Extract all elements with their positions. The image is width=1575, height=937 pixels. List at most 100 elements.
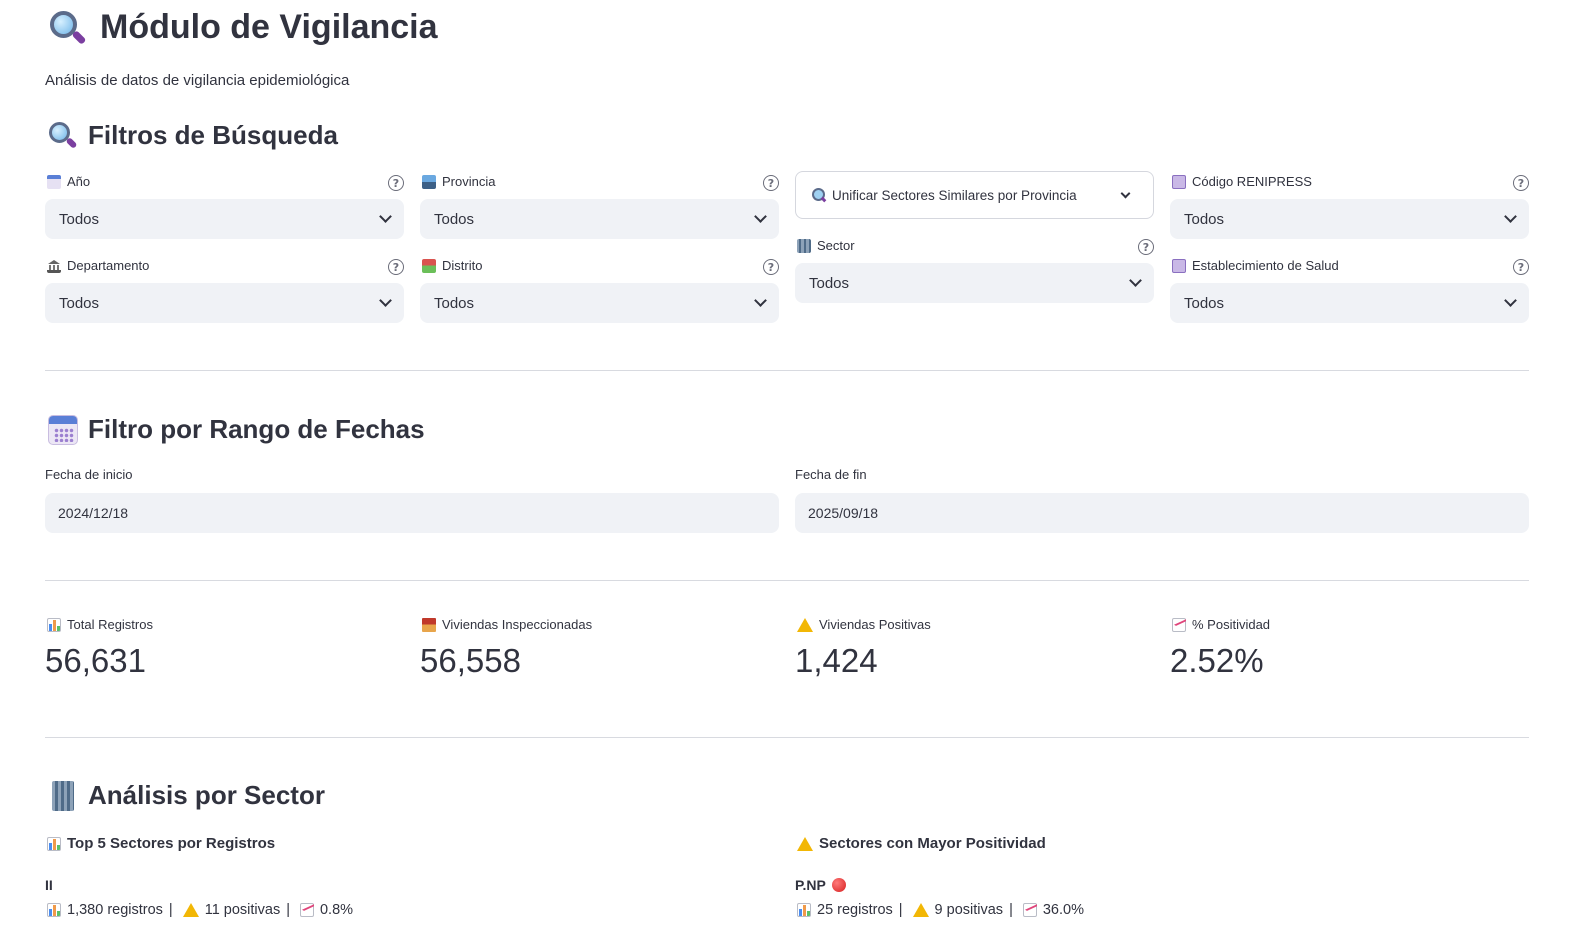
positivity-sector-name: P.NP <box>795 877 846 893</box>
metric-viviendas-inspeccionadas-value: 56,558 <box>420 642 521 679</box>
separator: | <box>286 902 290 918</box>
help-icon[interactable]: ? <box>388 175 404 191</box>
help-icon[interactable]: ? <box>1138 239 1154 255</box>
magnifier-icon <box>48 121 78 151</box>
help-icon[interactable]: ? <box>1513 175 1529 191</box>
metric-total-registros-value: 56,631 <box>45 642 146 679</box>
chevron-down-icon <box>754 210 767 223</box>
anio-select-value: Todos <box>59 210 100 228</box>
departamento-label-text: Departamento <box>67 258 150 273</box>
help-icon[interactable]: ? <box>763 175 779 191</box>
calendar-icon <box>47 174 61 189</box>
page-title: Módulo de Vigilancia <box>48 8 438 47</box>
anio-label: Año <box>47 174 90 189</box>
date-range-heading-text: Filtro por Rango de Fechas <box>88 414 425 444</box>
trend-icon <box>299 903 314 917</box>
positivity-sector-name-text: P.NP <box>795 877 826 893</box>
positivas-text: 9 positivas <box>934 902 1004 918</box>
positivity-sector-stats: 25 registros | 9 positivas | 36.0% <box>797 902 1084 918</box>
start-date-input[interactable]: 2024/12/18 <box>45 493 779 533</box>
metric-positividad-label: % Positividad <box>1172 617 1270 632</box>
provincia-select[interactable]: Todos <box>420 199 779 239</box>
warning-icon <box>182 903 199 917</box>
divider <box>45 580 1529 581</box>
establecimiento-select[interactable]: Todos <box>1170 283 1529 323</box>
sector-label-text: Sector <box>817 238 855 253</box>
divider <box>45 370 1529 371</box>
pct-text: 36.0% <box>1042 902 1084 918</box>
warning-icon <box>912 903 929 917</box>
distrito-select[interactable]: Todos <box>420 283 779 323</box>
departamento-label: Departamento <box>47 258 149 273</box>
sector-analysis-heading-text: Análisis por Sector <box>88 780 325 810</box>
page-title-text: Módulo de Vigilancia <box>100 8 438 46</box>
museum-icon <box>47 259 61 273</box>
provincia-select-value: Todos <box>434 210 475 228</box>
chevron-down-icon <box>379 294 392 307</box>
filters-heading: Filtros de Búsqueda <box>48 120 338 151</box>
building-icon <box>797 238 811 253</box>
establecimiento-label-text: Establecimiento de Salud <box>1192 258 1339 273</box>
chevron-down-icon <box>1129 274 1142 287</box>
metric-total-registros-label: Total Registros <box>47 617 153 632</box>
filters-heading-text: Filtros de Búsqueda <box>88 120 338 150</box>
separator: | <box>898 902 903 918</box>
chevron-down-icon <box>1120 188 1131 199</box>
warning-icon <box>797 617 813 632</box>
cityscape-icon <box>422 174 436 189</box>
end-date-value: 2025/09/18 <box>808 505 879 521</box>
help-icon[interactable]: ? <box>1513 259 1529 275</box>
distrito-label-text: Distrito <box>442 258 483 273</box>
top-sector-name: II <box>45 877 53 893</box>
anio-select[interactable]: Todos <box>45 199 404 239</box>
top-sector-stats: 1,380 registros | 11 positivas | 0.8% <box>47 902 353 918</box>
sector-label: Sector <box>797 238 855 253</box>
renipress-label: Código RENIPRESS <box>1172 174 1312 189</box>
mayor-positividad-title: Sectores con Mayor Positividad <box>797 835 1046 852</box>
search-icon <box>812 188 826 202</box>
renipress-select[interactable]: Todos <box>1170 199 1529 239</box>
unificar-sectores-expander[interactable]: Unificar Sectores Similares por Provinci… <box>795 171 1154 219</box>
page-subtitle: Análisis de datos de vigilancia epidemio… <box>45 72 350 89</box>
help-icon[interactable]: ? <box>763 259 779 275</box>
metric-viviendas-inspeccionadas-label: Viviendas Inspeccionadas <box>422 617 592 632</box>
building-icon <box>48 780 78 811</box>
metric-viviendas-positivas-value: 1,424 <box>795 642 878 679</box>
bar-chart-icon <box>47 836 61 851</box>
registros-text: 25 registros <box>817 902 893 918</box>
metric-label-text: Viviendas Inspeccionadas <box>442 617 593 632</box>
sector-select[interactable]: Todos <box>795 263 1154 303</box>
metric-label-text: % Positividad <box>1192 617 1271 632</box>
separator: | <box>1009 902 1013 918</box>
distrito-label: Distrito <box>422 258 482 273</box>
establecimiento-label: Establecimiento de Salud <box>1172 258 1339 273</box>
house-icon <box>422 617 436 632</box>
positivas-text: 11 positivas <box>204 902 281 918</box>
departamento-select[interactable]: Todos <box>45 283 404 323</box>
help-icon[interactable]: ? <box>388 259 404 275</box>
end-date-input[interactable]: 2025/09/18 <box>795 493 1529 533</box>
sector-analysis-heading: Análisis por Sector <box>48 780 325 811</box>
renipress-select-value: Todos <box>1184 210 1225 228</box>
top-sectores-title: Top 5 Sectores por Registros <box>47 835 275 852</box>
bar-chart-icon <box>47 617 61 632</box>
trend-icon <box>1172 617 1186 632</box>
separator: | <box>168 902 173 918</box>
chevron-down-icon <box>754 294 767 307</box>
houses-icon <box>422 258 436 273</box>
distrito-select-value: Todos <box>434 294 475 312</box>
magnifier-icon <box>48 9 87 47</box>
hospital-icon <box>1172 258 1186 273</box>
top-sectores-title-text: Top 5 Sectores por Registros <box>67 835 276 852</box>
trend-icon <box>1022 903 1037 917</box>
departamento-select-value: Todos <box>59 294 100 312</box>
chevron-down-icon <box>1504 210 1517 223</box>
mayor-positividad-title-text: Sectores con Mayor Positividad <box>819 835 1046 852</box>
warning-icon <box>797 836 813 851</box>
bar-chart-icon <box>797 903 811 917</box>
unificar-sectores-label: Unificar Sectores Similares por Provinci… <box>832 187 1077 203</box>
metric-viviendas-positivas-label: Viviendas Positivas <box>797 617 931 632</box>
anio-label-text: Año <box>67 174 91 189</box>
sector-select-value: Todos <box>809 274 850 292</box>
red-circle-icon <box>831 878 846 892</box>
